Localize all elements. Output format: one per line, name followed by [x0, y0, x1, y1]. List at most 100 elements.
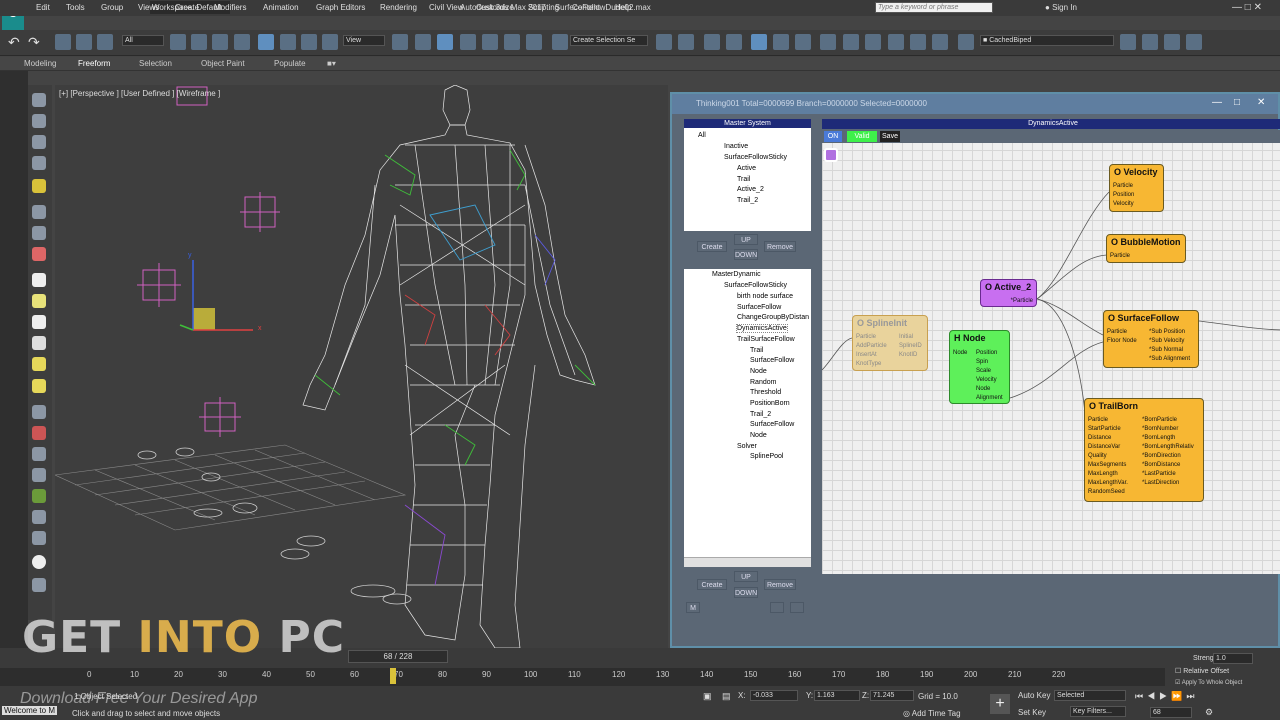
absolute-mode-icon[interactable]: ▤ — [722, 691, 731, 702]
tool-icon-5[interactable] — [32, 179, 46, 193]
tree-item[interactable]: Random — [750, 379, 776, 386]
move-icon[interactable] — [258, 34, 274, 50]
pivot-center-icon[interactable] — [392, 34, 408, 50]
tree-item[interactable]: Node — [750, 368, 767, 375]
viewport-label[interactable]: [+] [Perspective ] [User Defined ] [Wire… — [59, 89, 220, 98]
set-key-button[interactable]: Set Key — [1018, 708, 1046, 717]
tab-populate[interactable]: Populate — [274, 59, 306, 68]
layer-explorer-icon[interactable] — [726, 34, 742, 50]
relative-offset-checkbox[interactable]: ☐ Relative Offset — [1175, 667, 1229, 675]
node-splineinit[interactable]: O SplineInit Particle AddParticle Insert… — [852, 315, 928, 371]
tool-icon-21[interactable] — [32, 531, 46, 545]
tree-item[interactable]: TrailSurfaceFollow — [737, 336, 795, 343]
cone-icon[interactable] — [32, 294, 46, 308]
link-icon[interactable] — [55, 34, 71, 50]
material-editor-icon[interactable] — [820, 34, 836, 50]
menu-tools[interactable]: Tools — [66, 3, 85, 12]
edit-named-selection-icon[interactable] — [552, 34, 568, 50]
snap-toggle-icon[interactable] — [460, 34, 476, 50]
rect-selection-icon[interactable] — [212, 34, 228, 50]
current-frame-input[interactable]: 68 — [1150, 707, 1192, 718]
render-production-icon[interactable] — [888, 34, 904, 50]
tool-icon-1[interactable] — [32, 93, 46, 107]
auto-key-button[interactable]: Auto Key — [1018, 691, 1050, 700]
tool-icon-19[interactable] — [32, 489, 46, 503]
create-button-2[interactable]: Create — [697, 579, 727, 590]
search-input[interactable]: Type a keyword or phrase — [875, 2, 993, 13]
tree-item[interactable]: SurfaceFollow — [750, 357, 794, 364]
select-object-icon[interactable] — [170, 34, 186, 50]
maximize-icon[interactable]: □ — [1234, 97, 1240, 108]
angle-snap-icon[interactable] — [482, 34, 498, 50]
selected-dropdown[interactable]: Selected — [1054, 690, 1126, 701]
tab-modeling[interactable]: Modeling — [24, 59, 56, 68]
mirror-icon[interactable] — [656, 34, 672, 50]
menu-group[interactable]: Group — [101, 3, 123, 12]
tree-item[interactable]: SurfaceFollowSticky — [724, 282, 787, 289]
tree-item[interactable]: birth node surface — [737, 293, 793, 300]
unlink-icon[interactable] — [76, 34, 92, 50]
y-coordinate-input[interactable]: 1.163 — [814, 690, 860, 701]
add-time-tag[interactable]: ◎ Add Time Tag — [903, 709, 961, 718]
strength-input[interactable]: 1.0 — [1213, 653, 1253, 664]
sign-in-link[interactable]: ● Sign In — [1045, 3, 1077, 12]
named-selection-dropdown[interactable]: Create Selection Se — [570, 35, 648, 46]
remove-button[interactable]: Remove — [764, 241, 796, 252]
apply-whole-checkbox[interactable]: ☑ Apply To Whole Object — [1175, 679, 1242, 686]
sphere-icon[interactable] — [32, 315, 46, 329]
toolbar-icon-b[interactable] — [1142, 34, 1158, 50]
minimize-icon[interactable]: — — [1212, 97, 1222, 108]
tool-icon-17[interactable] — [32, 447, 46, 461]
tree-item[interactable]: SurfaceFollow — [737, 304, 781, 311]
lock-selection-icon[interactable]: ▣ — [703, 691, 712, 702]
lock-icon[interactable] — [770, 602, 784, 613]
menu-animation[interactable]: Animation — [263, 3, 299, 12]
z-coordinate-input[interactable]: 71.245 — [870, 690, 914, 701]
playback-controls[interactable]: ⏮◀▶⏩⏭ — [1135, 691, 1198, 702]
tool-icon-6[interactable] — [32, 205, 46, 219]
up-button[interactable]: UP — [734, 234, 758, 245]
up-button-2[interactable]: UP — [734, 571, 758, 582]
node-active-2[interactable]: O Active_2 *Particle — [980, 279, 1037, 307]
workspace-combo[interactable]: ■ CachedBiped — [980, 35, 1114, 46]
perspective-viewport[interactable]: x y [+] [Perspective ] [User Defined ] [… — [55, 85, 668, 648]
tree-item[interactable]: All — [698, 132, 706, 139]
tool-icon-7[interactable] — [32, 226, 46, 240]
reference-coordinate-dropdown[interactable]: View — [343, 35, 385, 46]
tool-icon-16[interactable] — [32, 426, 46, 440]
tree-item[interactable]: Solver — [737, 443, 757, 450]
key-filters-button[interactable]: Key Filters... — [1070, 706, 1126, 717]
geosphere-icon[interactable] — [32, 336, 46, 350]
tree-item[interactable]: Active_2 — [737, 186, 764, 193]
light-icon[interactable] — [32, 357, 46, 371]
tree-item[interactable]: SurfaceFollow — [750, 421, 794, 428]
node-trailborn[interactable]: O TrailBorn Particle StartParticle Dista… — [1084, 398, 1204, 502]
menu-edit[interactable]: Edit — [36, 3, 50, 12]
create-button[interactable]: Create — [697, 241, 727, 252]
undo-icon[interactable]: ↶ — [8, 34, 24, 50]
tree-item[interactable]: Trail — [750, 347, 763, 354]
redo-icon[interactable]: ↷ — [28, 34, 44, 50]
tree-item-selected[interactable]: DynamicsActive — [736, 324, 788, 333]
move-gizmo[interactable]: x y — [179, 252, 262, 332]
bind-spacewarp-icon[interactable] — [97, 34, 113, 50]
box-icon[interactable] — [32, 273, 46, 287]
tool-icon-15[interactable] — [32, 405, 46, 419]
tab-selection[interactable]: Selection — [139, 59, 172, 68]
tree-item[interactable]: ChangeGroupByDistan — [737, 314, 809, 321]
tab-object-paint[interactable]: Object Paint — [201, 59, 245, 68]
scale-icon[interactable] — [301, 34, 317, 50]
rotate-icon[interactable] — [280, 34, 296, 50]
placement-icon[interactable] — [322, 34, 338, 50]
menu-create[interactable]: Create — [175, 3, 199, 12]
tree-item[interactable]: Trail_2 — [750, 411, 771, 418]
scene-states-icon[interactable] — [958, 34, 974, 50]
time-config-icon[interactable]: ⚙ — [1205, 707, 1213, 718]
keyboard-shortcut-icon[interactable] — [437, 34, 453, 50]
tool-icon-4[interactable] — [32, 156, 46, 170]
render-setup-icon[interactable] — [843, 34, 859, 50]
tool-icon-3[interactable] — [32, 135, 46, 149]
tree-item[interactable]: SurfaceFollowSticky — [724, 154, 787, 161]
set-key-icon[interactable]: + — [990, 694, 1010, 714]
m-button[interactable]: M — [686, 602, 700, 613]
